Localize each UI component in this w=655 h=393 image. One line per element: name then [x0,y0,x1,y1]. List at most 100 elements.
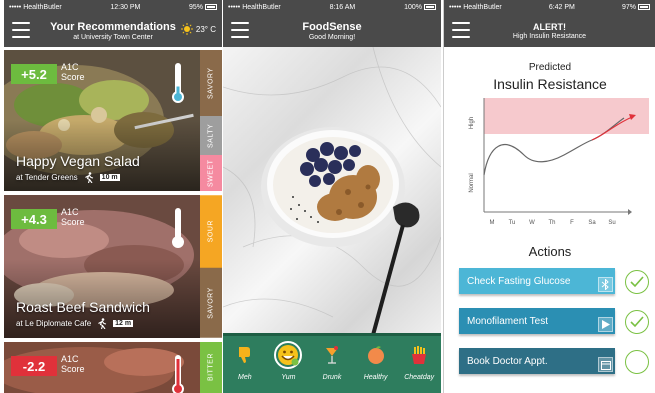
dish-location: at Tender Greens 10 m [16,172,120,183]
status-bar: ••••• HealthButler 6:42 PM 97% [444,0,655,14]
mood-meh[interactable]: Meh [225,344,265,381]
calendar-icon [598,357,613,372]
chart-heading: Insulin Resistance [493,76,607,92]
weather-widget: 23° C [180,23,216,35]
dish-location: at Le Diplomate Cafe 12 m [16,318,134,329]
play-icon [598,317,613,332]
carrier-label: ••••• HealthButler [9,3,62,11]
clock: 8:16 AM [329,3,356,11]
chart-caption: Predicted [528,62,572,73]
battery-percent: 95% [188,3,203,11]
recommendations-screen: ••••• HealthButler 12:30 PM 95% Your Rec… [4,0,222,393]
smiley-icon [274,341,303,369]
actions-heading: Actions [528,244,572,259]
battery-percent: 97% [621,3,636,11]
check-fasting-glucose-button[interactable]: Check Fasting Glucose [459,268,615,294]
mood-label: Drunk [322,374,342,381]
tag-savory: SAVORY [200,50,222,116]
distance-badge: 12 m [113,320,134,327]
action-done-check[interactable] [625,270,649,294]
a1c-score-badge: -2.2 [11,356,57,376]
cocktail-icon [321,344,343,366]
carrier-label: ••••• HealthButler [228,3,281,11]
insulin-resistance-chart: High Normal M Tu W Th F Sa Su [469,98,649,226]
battery-indicator: 97% [622,4,650,11]
a1c-score-badge: +5.2 [11,64,57,84]
tag-salty: SALTY [200,116,222,155]
dish-name: Happy Vegan Salad [16,153,140,169]
menu-icon[interactable] [231,22,249,38]
dish-name: Roast Beef Sandwich [16,299,150,315]
tag-savory: SAVORY [200,268,222,338]
action-label: Check Fasting Glucose [467,275,571,287]
day-ticks: M Tu W Th F Sa Su [490,220,616,226]
thermometer-icon [172,355,184,393]
alert-screen: ••••• HealthButler 6:42 PM 97% ALERT! Hi… [443,0,655,393]
restaurant-name: at Le Diplomate Cafe [16,319,92,328]
action-label: Monofilament Test [467,315,548,327]
clock: 6:42 PM [548,3,575,11]
page-subtitle: at University Town Center [73,33,153,41]
fries-icon [408,344,430,366]
page-title: Your Recommendations [50,20,176,33]
high-zone [484,98,649,134]
thumbs-down-icon [234,344,256,366]
score-label: A1C Score [61,62,85,82]
walking-icon [84,172,93,183]
taste-tags: BITTER [200,342,222,393]
menu-icon[interactable] [452,22,470,38]
peach-icon [365,344,387,366]
action-label: Book Doctor Appt. [467,355,548,367]
tick-label-tu: Tu [509,220,516,226]
battery-icon [638,4,650,10]
action-pending-circle[interactable] [625,350,649,374]
battery-icon [424,4,436,10]
yogurt-bowl-image [223,47,441,335]
tick-label-su: Su [608,220,615,226]
tag-bitter: BITTER [200,342,222,393]
temperature: 23° C [195,24,216,34]
nav-bar: Your Recommendations at University Town … [4,14,222,47]
page-title: FoodSense [302,20,362,33]
score-label: A1C Score [61,207,85,227]
menu-icon[interactable] [12,22,30,38]
recommendation-card[interactable]: SOUR SAVORY +4.3 A1C Score Roast Beef San… [4,195,222,338]
book-doctor-appt-button[interactable]: Book Doctor Appt. [459,348,615,374]
tick-label-sa: Sa [588,220,596,226]
status-bar: ••••• HealthButler 12:30 PM 95% [4,0,222,14]
battery-indicator: 100% [404,4,436,11]
mood-label: Healthy [363,374,388,381]
tag-sweet: SWEET [200,155,222,191]
recommendation-card[interactable]: BITTER -2.2 A1C Score [4,342,222,393]
x-axis-arrow [628,209,632,215]
y-label-normal: Normal [469,173,475,192]
nav-bar: ALERT! High Insulin Resistance [444,14,655,47]
mood-label: Meh [237,374,252,381]
battery-indicator: 95% [189,4,217,11]
mood-healthy[interactable]: Healthy [356,344,396,381]
battery-percent: 100% [404,3,422,11]
carrier-label: ••••• HealthButler [449,3,502,11]
mood-label: Yum [281,374,296,381]
foodsense-screen: ••••• HealthButler 8:16 AM 100% FoodSens… [223,0,441,393]
recommendation-card[interactable]: SAVORY SALTY SWEET +5.2 A1C Score Happy V… [4,50,222,191]
page-title: ALERT! [533,21,566,32]
mood-cheatday[interactable]: Cheatday [399,344,439,381]
clock: 12:30 PM [110,3,141,11]
taste-tags: SAVORY SALTY SWEET [200,50,222,191]
mood-drunk[interactable]: Drunk [312,344,352,381]
monofilament-test-button[interactable]: Monofilament Test [459,308,615,334]
action-done-check[interactable] [625,310,649,334]
tick-label-f: F [570,220,574,226]
page-subtitle: High Insulin Resistance [512,32,587,40]
tag-sour: SOUR [200,195,222,269]
thermometer-icon [172,63,184,103]
food-photo [223,47,441,335]
y-label-high: High [469,117,475,129]
thermometer-icon [172,208,184,248]
status-bar: ••••• HealthButler 8:16 AM 100% [223,0,441,14]
mood-yum[interactable]: Yum [268,341,308,381]
mood-label: Cheatday [404,374,435,381]
restaurant-name: at Tender Greens [16,173,78,182]
a1c-score-badge: +4.3 [11,209,57,229]
